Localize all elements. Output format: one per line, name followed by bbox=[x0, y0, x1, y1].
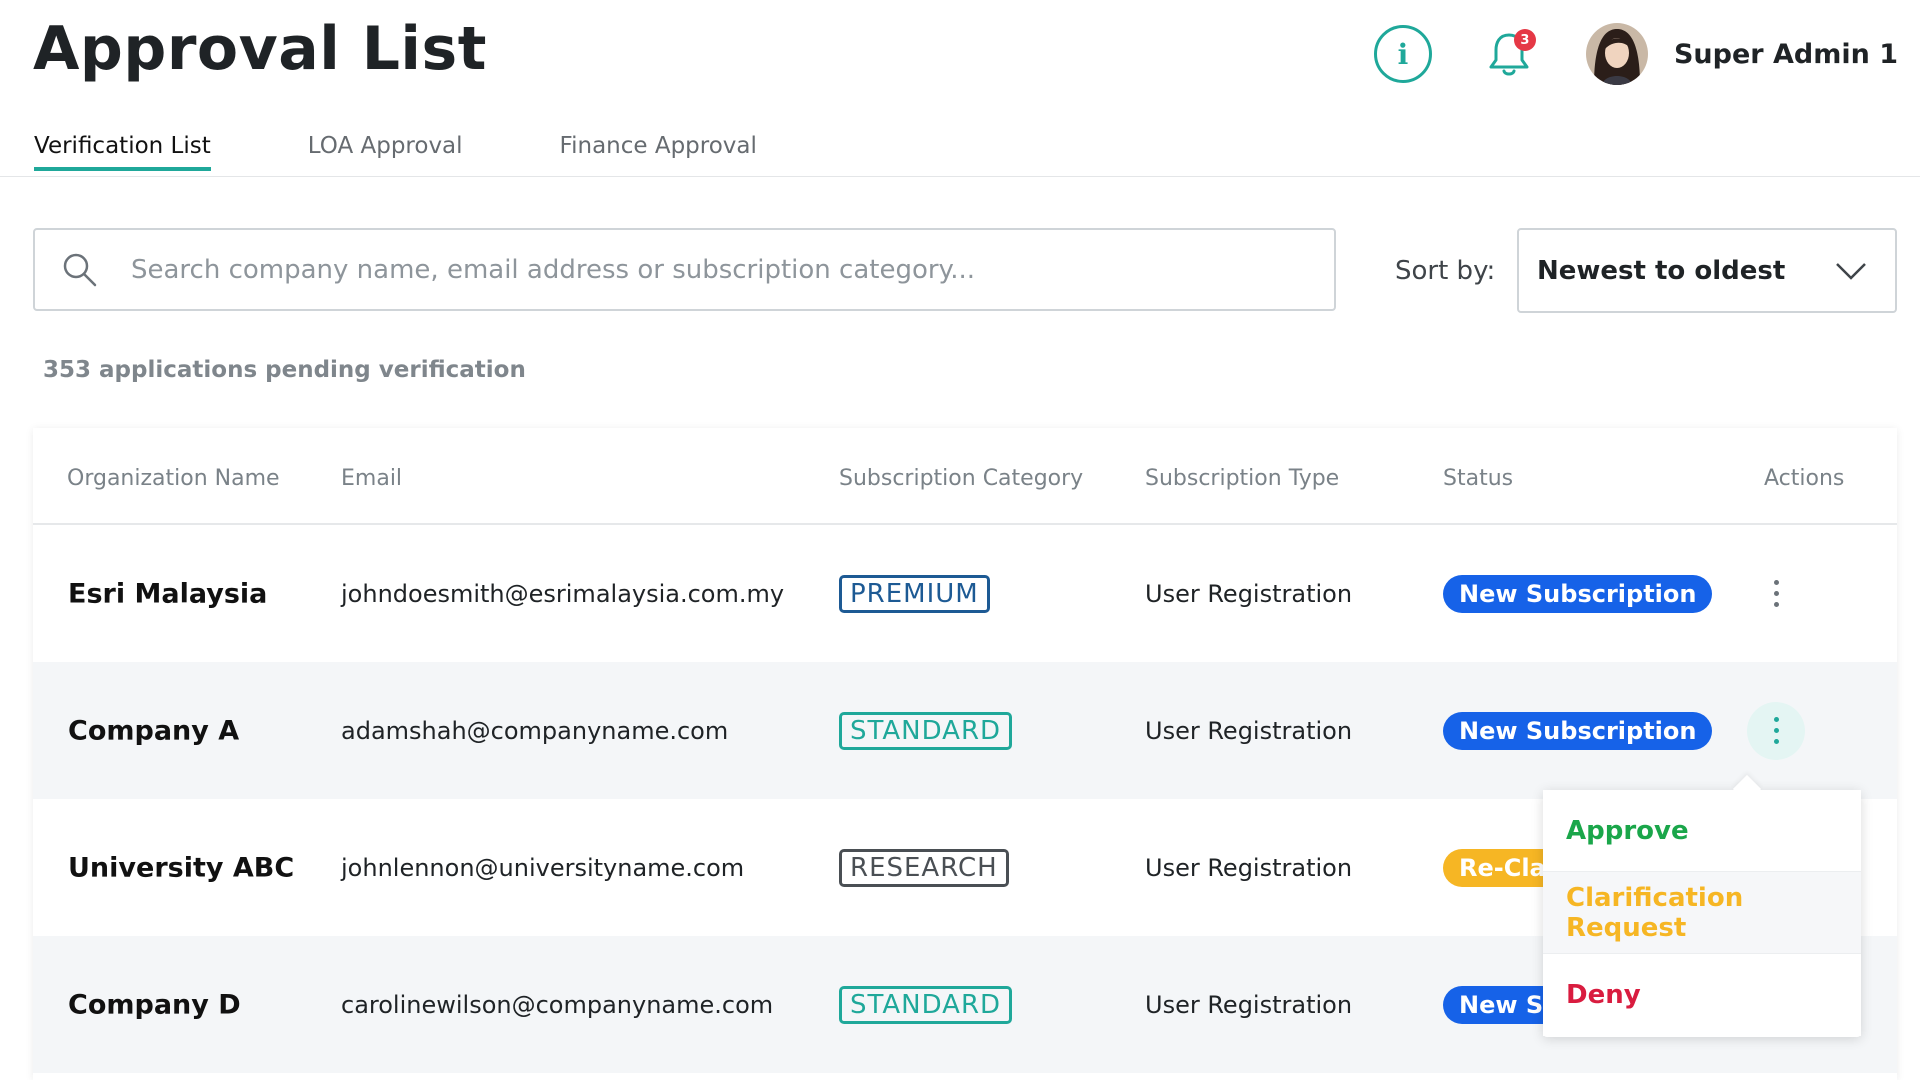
kebab-dot bbox=[1773, 602, 1779, 607]
column-header-subscription-category[interactable]: Subscription Category bbox=[839, 466, 1083, 491]
email: adamshah@companyname.com bbox=[341, 716, 729, 745]
organization-name: Esri Malaysia bbox=[68, 578, 268, 609]
kebab-dot bbox=[1773, 728, 1779, 733]
search-input[interactable] bbox=[131, 254, 1281, 285]
subscription-type: User Registration bbox=[1145, 853, 1353, 882]
email: johnlennon@universityname.com bbox=[341, 853, 745, 882]
deny-menu-item[interactable]: Deny bbox=[1543, 954, 1861, 1036]
chevron-down-icon bbox=[1836, 262, 1866, 280]
kebab-dot bbox=[1773, 739, 1779, 744]
approve-menu-item[interactable]: Approve bbox=[1543, 790, 1861, 872]
tabs-divider bbox=[0, 176, 1920, 177]
notifications-button[interactable]: 3 bbox=[1480, 25, 1538, 83]
avatar[interactable] bbox=[1585, 23, 1648, 85]
header-actions: i 3 Super Admin 1 bbox=[1373, 22, 1898, 86]
sort-value: Newest to oldest bbox=[1537, 255, 1786, 286]
tab-verification-list[interactable]: Verification List bbox=[34, 133, 211, 171]
subscription-category-badge: PREMIUM bbox=[839, 574, 990, 613]
subscription-type: User Registration bbox=[1145, 716, 1353, 745]
sort-select[interactable]: Newest to oldest bbox=[1517, 228, 1897, 313]
tab-loa-approval[interactable]: LOA Approval bbox=[308, 133, 463, 171]
subscription-type: User Registration bbox=[1145, 990, 1353, 1019]
column-header-actions: Actions bbox=[1764, 466, 1845, 491]
more-actions-button[interactable] bbox=[1747, 565, 1805, 623]
status-badge: New Subscription bbox=[1443, 711, 1713, 750]
subscription-type: User Registration bbox=[1145, 579, 1353, 608]
tab-finance-approval[interactable]: Finance Approval bbox=[560, 133, 757, 171]
table-header: Organization Name Email Subscription Cat… bbox=[33, 428, 1897, 525]
organization-name: University ABC bbox=[68, 852, 295, 883]
pending-count-text: 353 applications pending verification bbox=[43, 357, 526, 383]
subscription-category-badge: RESEARCH bbox=[839, 848, 1009, 887]
clarification-request-menu-item[interactable]: Clarification Request bbox=[1543, 872, 1861, 954]
column-header-status[interactable]: Status bbox=[1443, 466, 1513, 491]
column-header-organization[interactable]: Organization Name bbox=[67, 466, 280, 491]
search-box[interactable] bbox=[33, 228, 1336, 311]
kebab-dot bbox=[1773, 580, 1779, 585]
info-button[interactable]: i bbox=[1373, 25, 1432, 83]
subscription-category-badge: STANDARD bbox=[839, 711, 1013, 750]
more-actions-button[interactable] bbox=[1747, 701, 1805, 760]
info-icon: i bbox=[1397, 37, 1409, 71]
table-row[interactable]: Company A adamshah@companyname.com STAND… bbox=[33, 662, 1897, 799]
organization-name: Company A bbox=[68, 715, 240, 746]
organization-name: Company D bbox=[68, 989, 241, 1020]
sort-label: Sort by: bbox=[1395, 256, 1496, 286]
kebab-dot bbox=[1773, 717, 1779, 722]
user-name[interactable]: Super Admin 1 bbox=[1674, 39, 1898, 70]
notification-count-badge: 3 bbox=[1513, 29, 1536, 51]
tab-bar: Verification List LOA Approval Finance A… bbox=[34, 133, 854, 171]
search-icon bbox=[63, 253, 97, 286]
status-badge: New Subscription bbox=[1443, 574, 1713, 613]
column-header-email[interactable]: Email bbox=[341, 466, 402, 491]
column-header-subscription-type[interactable]: Subscription Type bbox=[1145, 466, 1339, 491]
email: carolinewilson@companyname.com bbox=[341, 990, 774, 1019]
table-row[interactable]: Esri Malaysia johndoesmith@esrimalaysia.… bbox=[33, 525, 1897, 662]
kebab-dot bbox=[1773, 591, 1779, 596]
actions-menu: Approve Clarification Request Deny bbox=[1543, 790, 1861, 1037]
page-title: Approval List bbox=[33, 14, 487, 84]
email: johndoesmith@esrimalaysia.com.my bbox=[341, 579, 785, 608]
subscription-category-badge: STANDARD bbox=[839, 985, 1013, 1024]
